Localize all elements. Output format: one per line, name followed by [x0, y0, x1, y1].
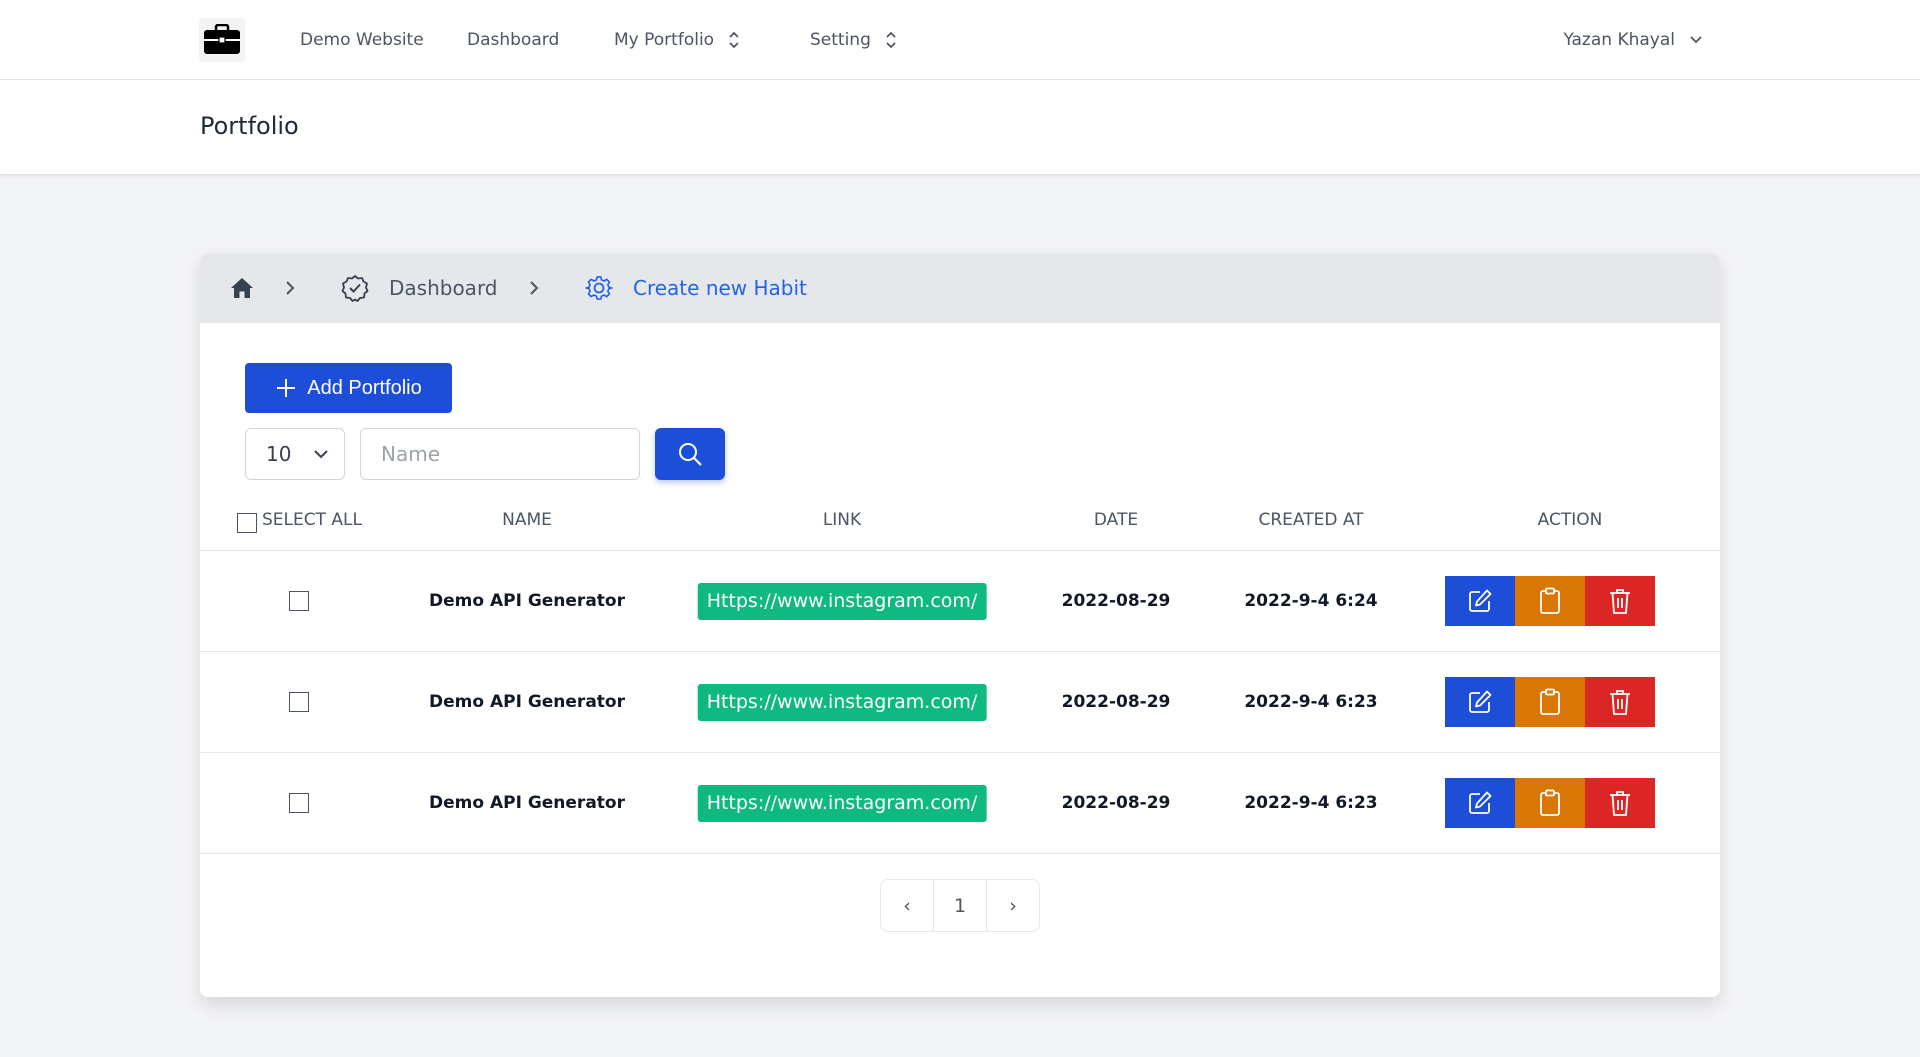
edit-icon: [1469, 791, 1492, 814]
row-link-badge[interactable]: Https://www.instagram.com/: [697, 784, 987, 822]
table-row: Demo API Generator Https://www.instagram…: [200, 752, 1720, 853]
row-date: 2022-08-29: [1061, 692, 1171, 712]
nav-link-dashboard[interactable]: Dashboard: [467, 28, 559, 52]
breadcrumb-label: Dashboard: [389, 276, 498, 300]
copy-button[interactable]: [1515, 778, 1585, 828]
row-name: Demo API Generator: [429, 692, 625, 712]
row-created-at: 2022-9-4 6:23: [1244, 793, 1378, 813]
row-link-badge[interactable]: Https://www.instagram.com/: [697, 582, 987, 620]
pagination: ‹ 1 ›: [880, 879, 1040, 932]
delete-button[interactable]: [1585, 677, 1655, 727]
table-divider: [200, 853, 1720, 854]
row-link-badge[interactable]: Https://www.instagram.com/: [697, 683, 987, 721]
table-row: Demo API Generator Https://www.instagram…: [200, 550, 1720, 651]
row-created-at: 2022-9-4 6:23: [1244, 692, 1378, 712]
column-header-name: NAME: [502, 510, 552, 530]
breadcrumb-home[interactable]: [230, 253, 254, 323]
trash-icon: [1610, 690, 1630, 715]
edit-icon: [1469, 690, 1492, 713]
selector-icon: [886, 31, 896, 49]
edit-icon: [1469, 589, 1492, 612]
row-checkbox[interactable]: [289, 793, 309, 813]
pagination-next-button[interactable]: ›: [987, 880, 1039, 931]
nav-link-label: Dashboard: [467, 30, 560, 50]
nav-link-label: Demo Website: [300, 30, 424, 50]
user-menu[interactable]: Yazan Khayal: [1563, 28, 1703, 52]
search-icon: [679, 443, 702, 466]
row-date: 2022-08-29: [1061, 591, 1171, 611]
chevron-right-icon: [528, 253, 540, 323]
trash-icon: [1610, 589, 1630, 614]
selector-icon: [729, 31, 739, 49]
edit-button[interactable]: [1445, 576, 1515, 626]
page-header: Portfolio: [0, 80, 1920, 174]
user-name: Yazan Khayal: [1563, 30, 1675, 50]
edit-button[interactable]: [1445, 677, 1515, 727]
breadcrumb-create-new-habit[interactable]: Create new Habit: [585, 253, 807, 323]
select-all-label: SELECT ALL: [262, 510, 362, 530]
delete-button[interactable]: [1585, 778, 1655, 828]
row-name: Demo API Generator: [429, 591, 625, 611]
copy-button[interactable]: [1515, 677, 1585, 727]
row-created-at: 2022-9-4 6:24: [1244, 591, 1378, 611]
column-header-date: DATE: [1093, 510, 1139, 530]
pagination-prev-button[interactable]: ‹: [881, 880, 934, 931]
row-date: 2022-08-29: [1061, 793, 1171, 813]
home-icon: [231, 278, 253, 298]
nav-dropdown-setting[interactable]: Setting: [810, 28, 897, 52]
name-search-input[interactable]: [360, 428, 640, 480]
briefcase-icon: [204, 24, 240, 54]
trash-icon: [1610, 791, 1630, 816]
edit-button[interactable]: [1445, 778, 1515, 828]
column-header-created-at: CREATED AT: [1258, 510, 1364, 530]
clipboard-icon: [1540, 789, 1560, 816]
gear-icon: [585, 276, 613, 300]
breadcrumb-label: Create new Habit: [633, 276, 807, 300]
portfolio-card: Dashboard Create new Habit Add Portfolio…: [200, 253, 1720, 997]
page-size-value: 10: [266, 442, 292, 466]
chevron-down-icon: [314, 450, 329, 459]
page-size-select[interactable]: 10: [245, 428, 345, 480]
nav-link-label: My Portfolio: [614, 30, 715, 50]
row-name: Demo API Generator: [429, 793, 625, 813]
row-checkbox[interactable]: [289, 591, 309, 611]
table-row: Demo API Generator Https://www.instagram…: [200, 651, 1720, 752]
logo[interactable]: [199, 18, 245, 62]
search-button[interactable]: [655, 428, 725, 480]
check-badge-icon: [341, 275, 369, 302]
add-portfolio-label: Add Portfolio: [307, 376, 422, 399]
chevron-down-icon: [1690, 36, 1702, 44]
breadcrumb: Dashboard Create new Habit: [200, 253, 1720, 323]
column-header-link: LINK: [822, 510, 862, 530]
chevron-right-icon: [284, 253, 296, 323]
pagination-page-1[interactable]: 1: [934, 880, 987, 931]
row-checkbox[interactable]: [289, 692, 309, 712]
select-all-checkbox[interactable]: [237, 513, 257, 533]
nav-link-demo-website[interactable]: Demo Website: [300, 28, 424, 52]
plus-icon: [277, 379, 296, 397]
page-title: Portfolio: [200, 112, 299, 140]
nav-link-label: Setting: [810, 30, 871, 50]
column-header-action: ACTION: [1537, 510, 1603, 530]
clipboard-icon: [1540, 688, 1560, 715]
clipboard-icon: [1540, 587, 1560, 614]
breadcrumb-dashboard[interactable]: Dashboard: [341, 253, 498, 323]
add-portfolio-button[interactable]: Add Portfolio: [245, 363, 452, 413]
top-navbar: Demo Website Dashboard My Portfolio Sett…: [0, 0, 1920, 80]
nav-dropdown-my-portfolio[interactable]: My Portfolio: [614, 28, 740, 52]
copy-button[interactable]: [1515, 576, 1585, 626]
delete-button[interactable]: [1585, 576, 1655, 626]
